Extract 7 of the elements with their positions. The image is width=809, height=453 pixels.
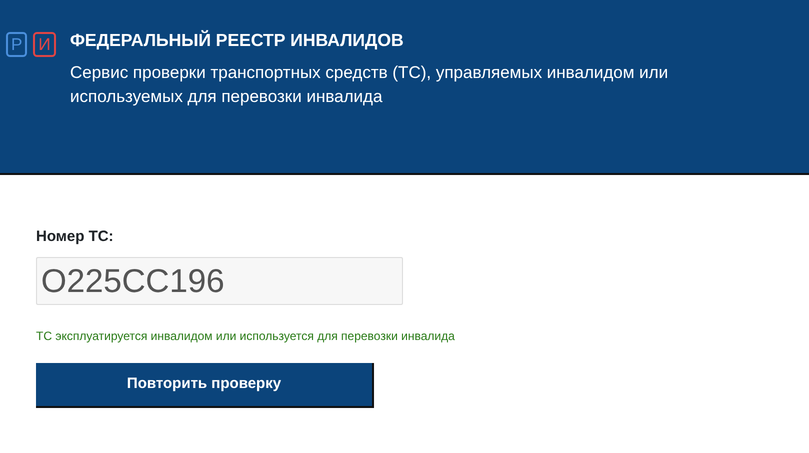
result-message: ТС эксплуатируется инвалидом или используется для перевозки инвалида (36, 328, 455, 344)
recheck-button[interactable]: Повторить проверку (36, 362, 374, 408)
field-label: Номер ТС: (36, 227, 114, 247)
logo: Р И (6, 26, 54, 62)
service-description: Сервис проверки транспортных средств (ТС), управляемых инвалидом или используемых для перевозки инвалида (70, 62, 670, 108)
site-title: ФЕДЕРАЛЬНЫЙ РЕЕСТР ИНВАЛИДОВ (70, 29, 405, 52)
plate-number-field[interactable]: О225СС196 (36, 256, 403, 304)
